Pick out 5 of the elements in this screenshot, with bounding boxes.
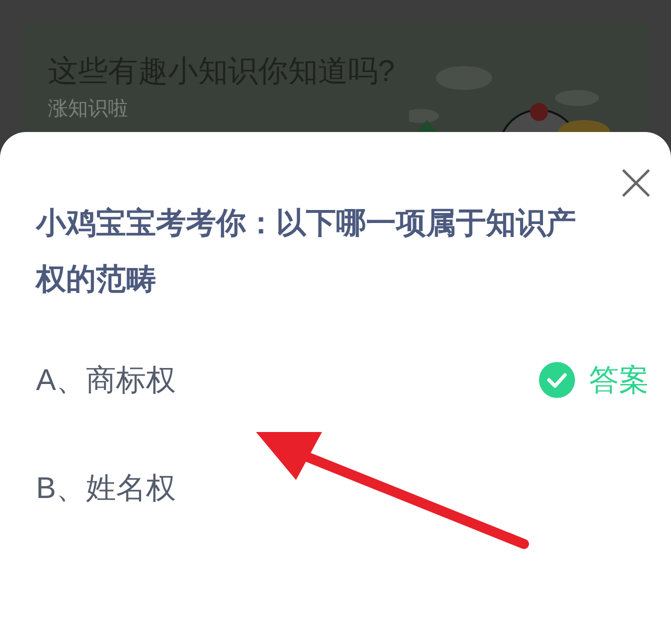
card-subtitle: 涨知识啦 <box>48 97 128 122</box>
answer-option[interactable]: A、商标权 <box>36 358 176 402</box>
answer-label: 答案 <box>589 362 649 398</box>
answer-option[interactable]: B、姓名权 <box>36 466 176 510</box>
question-text: 小鸡宝宝考考你：以下哪一项属于知识产权的范畴 <box>36 206 577 298</box>
